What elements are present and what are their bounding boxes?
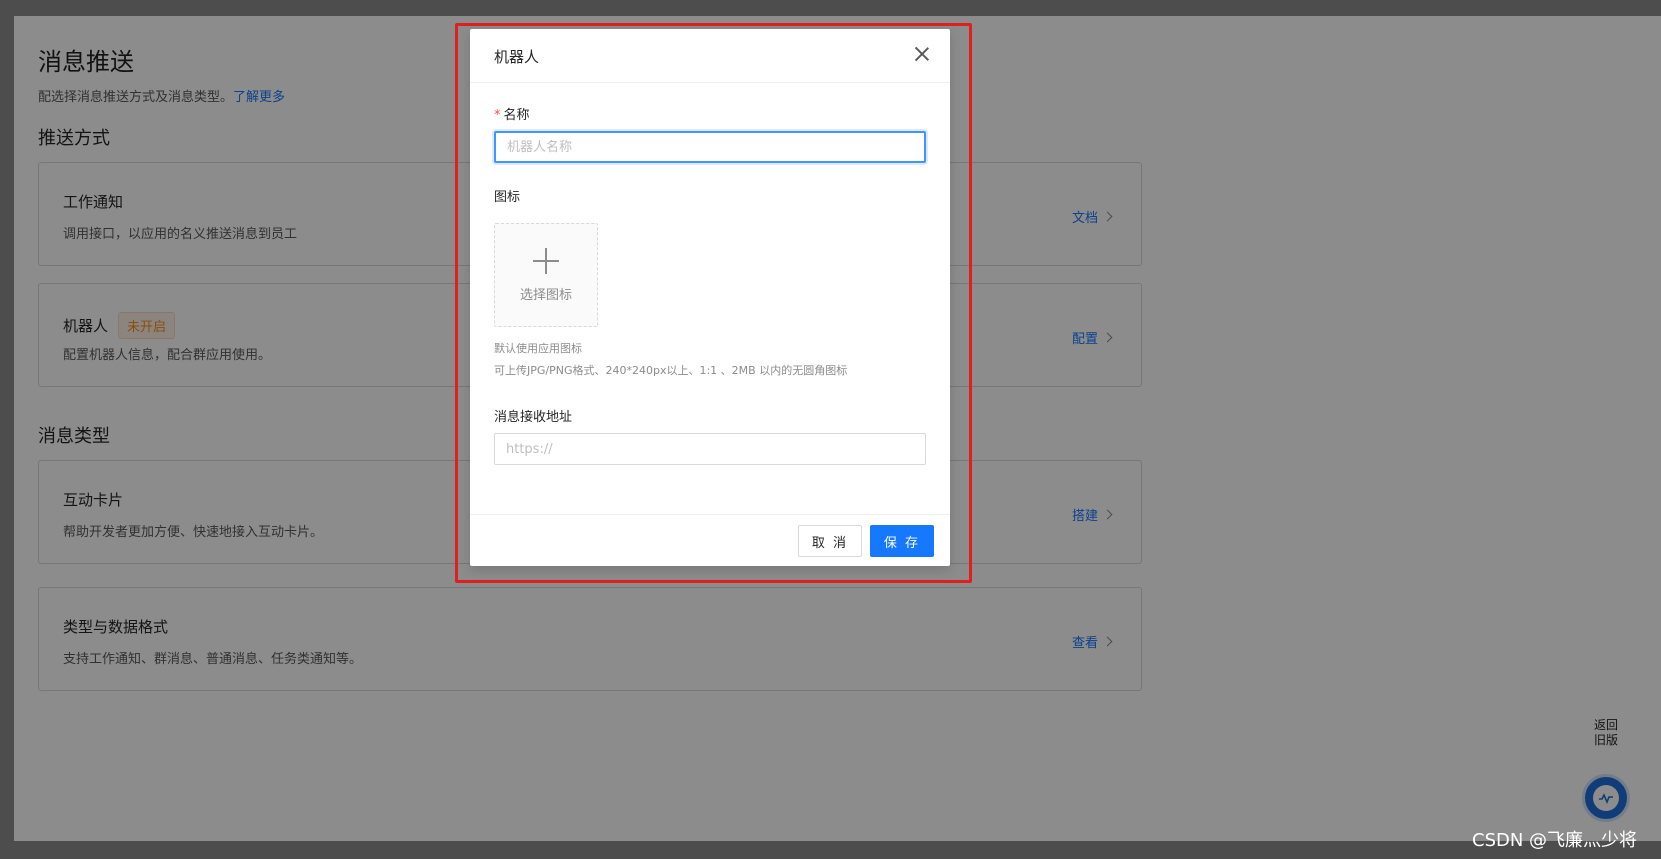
cancel-button[interactable]: 取 消 xyxy=(798,525,862,557)
icon-hint-default: 默认使用应用图标 xyxy=(494,342,582,355)
icon-field-label: 图标 xyxy=(494,190,521,205)
dialog-title: 机器人 xyxy=(494,48,540,66)
dialog-footer: 取 消 保 存 xyxy=(470,514,950,566)
upload-icon-button[interactable]: 选择图标 xyxy=(494,223,598,327)
watermark: CSDN @飞廉灬少将 xyxy=(1472,830,1638,851)
url-field-label: 消息接收地址 xyxy=(494,410,573,425)
dialog-header: 机器人 xyxy=(470,29,950,83)
save-button[interactable]: 保 存 xyxy=(870,525,934,557)
close-icon[interactable] xyxy=(914,46,930,62)
name-label-text: 名称 xyxy=(503,108,530,123)
required-mark: * xyxy=(494,108,501,123)
icon-hint-format: 可上传JPG/PNG格式、240*240px以上、1:1 、2MB 以内的无圆角… xyxy=(494,364,848,377)
name-field-label: * 名称 xyxy=(494,104,530,123)
receive-url-input[interactable] xyxy=(494,433,926,465)
upload-text: 选择图标 xyxy=(519,287,572,303)
plus-icon xyxy=(533,247,559,274)
robot-name-input[interactable] xyxy=(494,131,926,163)
robot-dialog: 机器人 *名称 图标 选择图标 默认使用应用图标 可上传JPG/PNG格式、24… xyxy=(470,29,950,566)
